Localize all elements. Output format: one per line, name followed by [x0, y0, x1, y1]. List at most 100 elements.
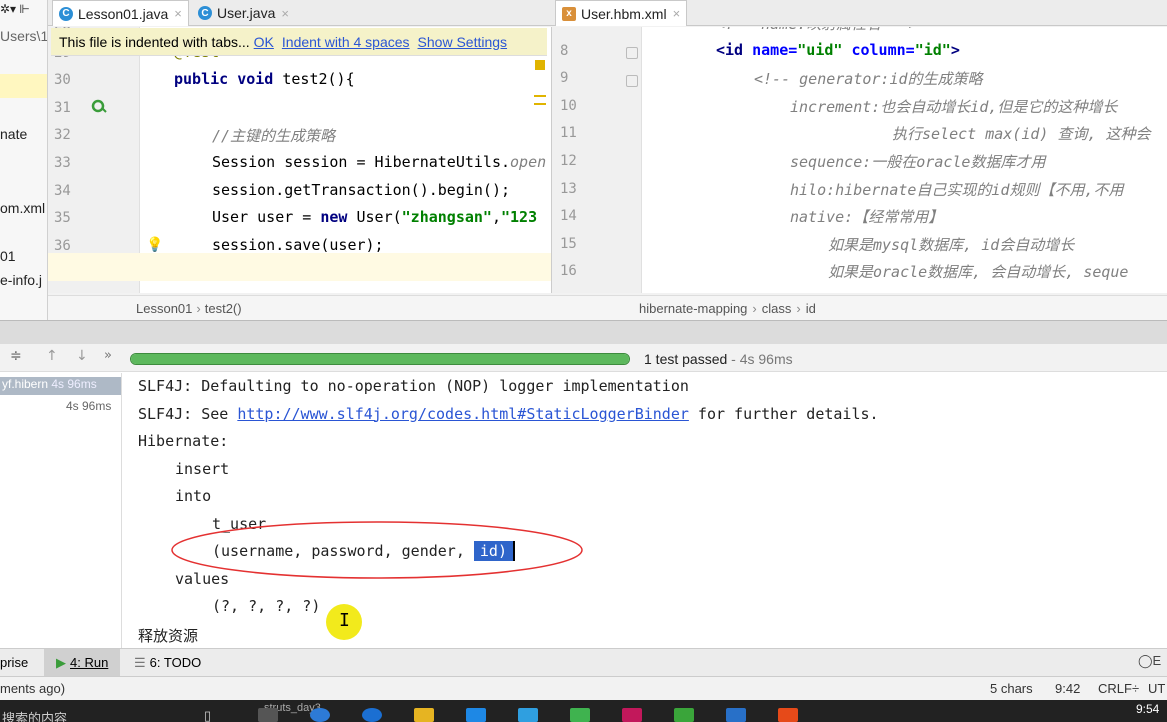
- folder-icon[interactable]: [414, 708, 434, 722]
- line-number[interactable]: 34: [54, 183, 71, 199]
- project-item[interactable]: om.xml: [0, 200, 45, 216]
- project-item[interactable]: e-info.j: [0, 272, 42, 288]
- project-toolbar[interactable]: ✲▾ ⊩: [0, 2, 30, 16]
- code-line[interactable]: 执行select max(id) 查询, 这种会: [892, 123, 1151, 144]
- intellij-icon[interactable]: [622, 708, 642, 722]
- app-icon[interactable]: [778, 708, 798, 722]
- code-line[interactable]: public void test2(){: [174, 70, 355, 88]
- code-line[interactable]: User user = new User("zhangsan","123: [212, 208, 537, 226]
- line-number[interactable]: 12: [560, 153, 577, 169]
- tab-lesson01[interactable]: C Lesson01.java ×: [52, 0, 189, 26]
- code-line[interactable]: increment:也会自动增长id,但是它的这种增长: [790, 96, 1117, 117]
- caret-position[interactable]: 9:42: [1055, 681, 1080, 696]
- console-line[interactable]: (?, ?, ?, ?): [212, 597, 320, 615]
- line-number[interactable]: 13: [560, 181, 577, 197]
- todo-icon: ☰: [134, 655, 146, 670]
- code-line[interactable]: session.save(user);: [212, 236, 384, 254]
- line-number[interactable]: 30: [54, 72, 71, 88]
- tool-tab-todo[interactable]: ☰ 6: TODO: [134, 655, 201, 671]
- tool-tab-run[interactable]: ▶ 4: Run: [44, 649, 120, 676]
- console-line[interactable]: 释放资源: [138, 625, 198, 646]
- line-number[interactable]: 11: [560, 125, 577, 141]
- project-item[interactable]: Users\1: [0, 28, 47, 44]
- code-line[interactable]: <!-- generator:id的生成策略: [754, 68, 983, 89]
- left-editor[interactable]: 2829@Test30public void test2(){3132//主键的…: [48, 27, 551, 293]
- project-panel: ✲▾ ⊩ Users\1 nate om.xml 01 e-info.j: [0, 0, 48, 320]
- code-line[interactable]: native:【经常常用】: [790, 206, 943, 227]
- line-number[interactable]: 32: [54, 127, 71, 143]
- line-number[interactable]: 31: [54, 100, 71, 116]
- breadcrumb-item[interactable]: id: [806, 301, 816, 316]
- app-icon[interactable]: [466, 708, 486, 722]
- browser-icon[interactable]: [310, 708, 330, 722]
- breadcrumb-item[interactable]: hibernate-mapping: [639, 301, 747, 316]
- fold-icon[interactable]: [626, 47, 638, 59]
- code-line[interactable]: <id name="uid" column="id">: [716, 41, 960, 59]
- close-icon[interactable]: ×: [174, 6, 182, 21]
- line-number[interactable]: 7: [560, 27, 568, 31]
- warning-marker-icon[interactable]: [535, 60, 545, 70]
- app-icon[interactable]: [674, 708, 694, 722]
- tab-user-hbm[interactable]: x User.hbm.xml ×: [555, 0, 688, 26]
- console-line[interactable]: into: [175, 487, 211, 505]
- taskbar-search[interactable]: 搜索的内容: [2, 708, 67, 722]
- console-line[interactable]: SLF4J: See http://www.slf4j.org/codes.ht…: [138, 405, 879, 423]
- line-separator[interactable]: CRLF÷: [1098, 681, 1139, 696]
- breadcrumb-item[interactable]: test2(): [205, 301, 242, 316]
- run-test-icon[interactable]: [91, 99, 107, 115]
- test-tree-item[interactable]: yf.hibern 4s 96ms: [0, 377, 121, 395]
- indent-spaces-link[interactable]: Indent with 4 spaces: [282, 34, 410, 50]
- more-icon[interactable]: »: [104, 348, 112, 363]
- fold-icon[interactable]: [626, 75, 638, 87]
- code-line[interactable]: 如果是mysql数据库, id会自动增长: [828, 234, 1074, 255]
- collapse-icon[interactable]: ≑: [10, 348, 22, 364]
- app-icon[interactable]: [726, 708, 746, 722]
- task-view-icon[interactable]: ▯: [204, 708, 211, 722]
- status-message[interactable]: ments ago): [0, 681, 65, 696]
- close-icon[interactable]: ×: [673, 6, 681, 21]
- lightbulb-icon[interactable]: 💡: [146, 237, 163, 253]
- code-line[interactable]: <!-- name:映射属性名 -->: [716, 27, 917, 34]
- panel-divider[interactable]: [0, 320, 1167, 344]
- project-item[interactable]: nate: [0, 126, 27, 142]
- code-line[interactable]: sequence:一般在oracle数据库才用: [790, 151, 1045, 172]
- word-icon[interactable]: [518, 708, 538, 722]
- console-line[interactable]: insert: [175, 460, 229, 478]
- line-number[interactable]: 9: [560, 70, 568, 86]
- clock[interactable]: 9:54: [1136, 702, 1159, 716]
- event-log-icon[interactable]: ◯E: [1138, 653, 1161, 669]
- close-icon[interactable]: ×: [281, 6, 289, 21]
- project-item[interactable]: 01: [0, 248, 16, 264]
- tab-user-java[interactable]: C User.java ×: [192, 0, 295, 26]
- line-number[interactable]: 33: [54, 155, 71, 171]
- down-arrow-icon[interactable]: ↓: [76, 348, 88, 364]
- line-number[interactable]: 36: [54, 238, 71, 254]
- app-icon[interactable]: [258, 708, 278, 722]
- console-line[interactable]: SLF4J: Defaulting to no-operation (NOP) …: [138, 377, 689, 395]
- breadcrumb-item[interactable]: class: [762, 301, 792, 316]
- line-number[interactable]: 15: [560, 236, 577, 252]
- code-line[interactable]: 如果是oracle数据库, 会自动增长, seque: [828, 261, 1128, 282]
- ok-link[interactable]: OK: [254, 34, 274, 50]
- tab-label: User.hbm.xml: [581, 5, 667, 22]
- browser-icon[interactable]: [362, 708, 382, 722]
- line-number[interactable]: 14: [560, 208, 577, 224]
- line-number[interactable]: 35: [54, 210, 71, 226]
- line-number[interactable]: 8: [560, 43, 568, 59]
- right-editor[interactable]: 7 <!-- name:映射属性名 --> 8 <id name="uid" colu…: [551, 27, 1167, 293]
- code-line[interactable]: Session session = HibernateUtils.open: [212, 153, 546, 171]
- line-number[interactable]: 10: [560, 98, 577, 114]
- breadcrumb-item[interactable]: Lesson01: [136, 301, 192, 316]
- up-arrow-icon[interactable]: ↑: [46, 348, 58, 364]
- line-number[interactable]: 16: [560, 263, 577, 279]
- code-line[interactable]: hilo:hibernate自己实现的id规则【不用,不用: [790, 179, 1124, 200]
- code-line[interactable]: //主键的生成策略: [212, 125, 335, 146]
- console-link[interactable]: http://www.slf4j.org/codes.html#StaticLo…: [237, 405, 689, 423]
- file-encoding[interactable]: UT: [1148, 681, 1165, 696]
- tool-tab-enterprise[interactable]: prise: [0, 655, 28, 670]
- show-settings-link[interactable]: Show Settings: [418, 34, 508, 50]
- indent-notice: This file is indented with tabs... OK In…: [51, 28, 547, 56]
- code-line[interactable]: session.getTransaction().begin();: [212, 181, 510, 199]
- app-icon[interactable]: [570, 708, 590, 722]
- console-line[interactable]: Hibernate:: [138, 432, 228, 450]
